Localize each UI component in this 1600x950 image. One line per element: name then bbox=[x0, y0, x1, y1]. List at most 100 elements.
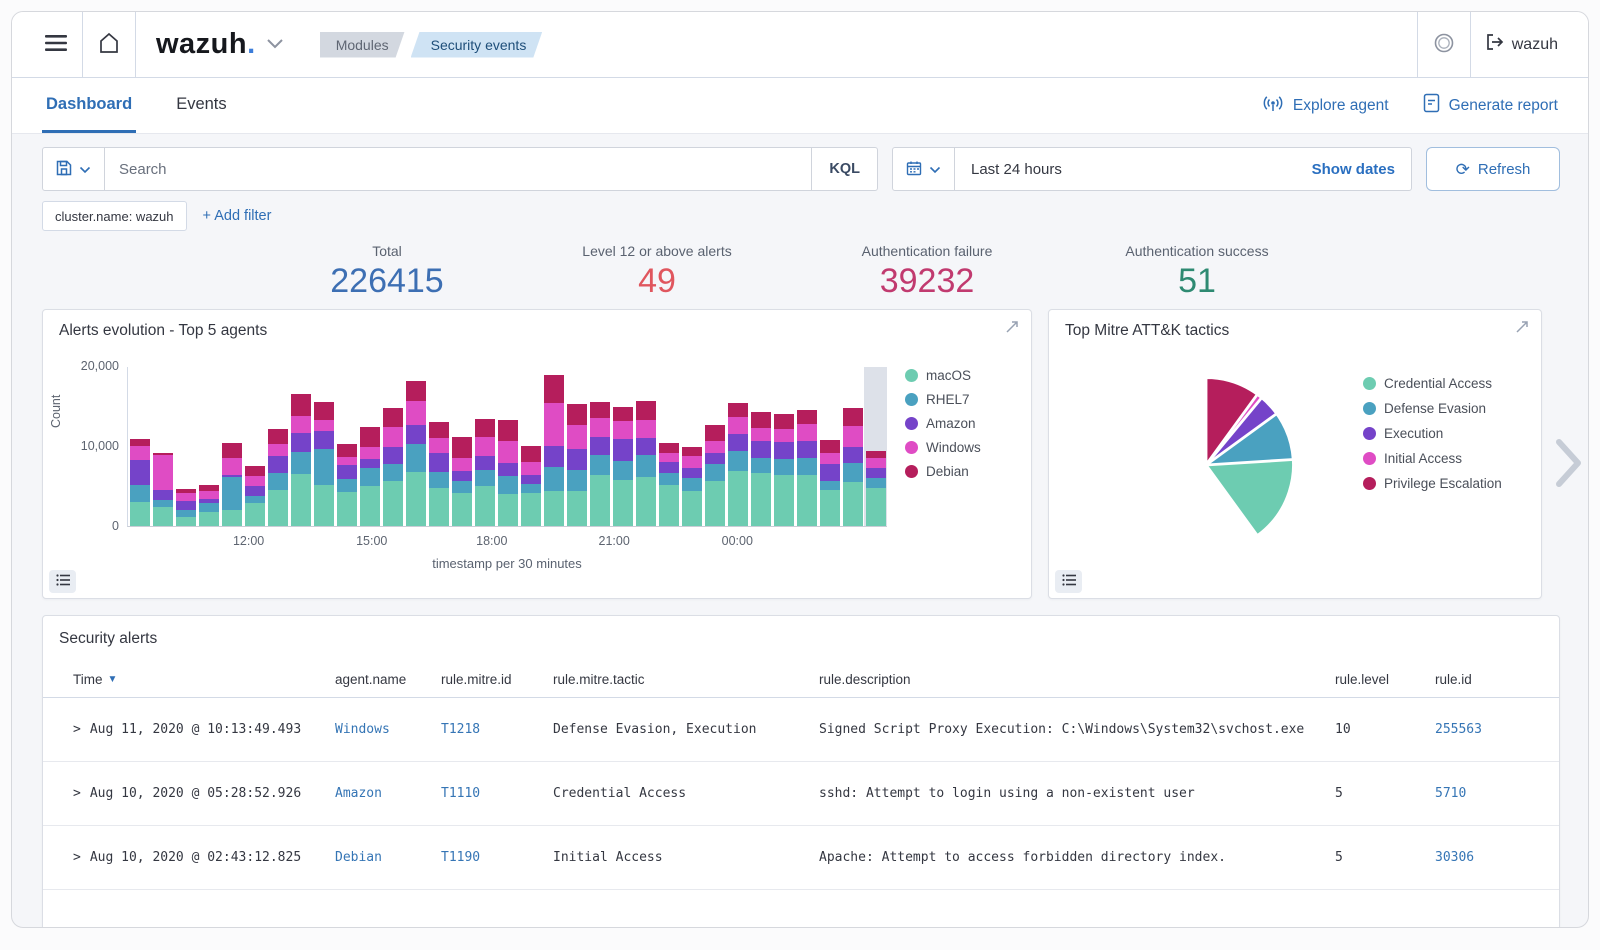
bar-segment-rhel7[interactable] bbox=[751, 458, 771, 473]
legend-item-macos[interactable]: macOS bbox=[905, 368, 981, 383]
agent-name-link[interactable]: Windows bbox=[335, 722, 441, 737]
bar-segment-macos[interactable] bbox=[613, 480, 633, 526]
legend-item-amazon[interactable]: Amazon bbox=[905, 416, 981, 431]
bar-segment-windows[interactable] bbox=[544, 403, 564, 446]
rule-id-link[interactable]: 30306 bbox=[1435, 850, 1539, 865]
bar-segment-macos[interactable] bbox=[452, 493, 472, 526]
bar-segment-amazon[interactable] bbox=[245, 486, 265, 496]
bar-segment-macos[interactable] bbox=[429, 488, 449, 526]
bar-segment-debian[interactable] bbox=[590, 402, 610, 418]
bar-segment-amazon[interactable] bbox=[613, 439, 633, 461]
bar-segment-debian[interactable] bbox=[613, 407, 633, 421]
column-header-rule-mitre-tactic[interactable]: rule.mitre.tactic bbox=[553, 672, 819, 687]
bar-segment-amazon[interactable] bbox=[153, 490, 173, 500]
bar-segment-rhel7[interactable] bbox=[475, 470, 495, 486]
bar-segment-rhel7[interactable] bbox=[360, 468, 380, 486]
bar-segment-macos[interactable] bbox=[751, 473, 771, 526]
bar-segment-windows[interactable] bbox=[245, 476, 265, 486]
bar-segment-debian[interactable] bbox=[521, 446, 541, 462]
bar-segment-macos[interactable] bbox=[475, 486, 495, 526]
bar-segment-amazon[interactable] bbox=[590, 437, 610, 455]
bar-segment-debian[interactable] bbox=[820, 440, 840, 453]
panel-data-list-button[interactable] bbox=[49, 570, 76, 593]
menu-button[interactable] bbox=[30, 12, 82, 77]
legend-item-windows[interactable]: Windows bbox=[905, 440, 981, 455]
bar-segment-rhel7[interactable] bbox=[337, 479, 357, 492]
add-filter-button[interactable]: + Add filter bbox=[203, 208, 272, 224]
bar-segment-rhel7[interactable] bbox=[613, 461, 633, 480]
bar-segment-windows[interactable] bbox=[797, 424, 817, 441]
bar-segment-rhel7[interactable] bbox=[452, 481, 472, 493]
bar-segment-windows[interactable] bbox=[383, 427, 403, 447]
legend-item-credential-access[interactable]: Credential Access bbox=[1363, 376, 1502, 391]
bar-segment-amazon[interactable] bbox=[406, 425, 426, 444]
bar-segment-amazon[interactable] bbox=[268, 456, 288, 473]
bar-segment-debian[interactable] bbox=[337, 444, 357, 457]
bar-segment-amazon[interactable] bbox=[774, 442, 794, 459]
bar-segment-amazon[interactable] bbox=[705, 453, 725, 464]
panel-data-list-button[interactable] bbox=[1055, 570, 1082, 593]
tab-events[interactable]: Events bbox=[172, 78, 230, 133]
expand-panel-button[interactable] bbox=[1515, 320, 1529, 337]
bar-segment-debian[interactable] bbox=[659, 443, 679, 453]
bar-segment-windows[interactable] bbox=[636, 420, 656, 438]
bar-segment-windows[interactable] bbox=[498, 441, 518, 463]
bar-segment-windows[interactable] bbox=[705, 441, 725, 453]
bar-segment-debian[interactable] bbox=[866, 451, 886, 458]
bar-segment-amazon[interactable] bbox=[820, 464, 840, 481]
bar-segment-rhel7[interactable] bbox=[820, 481, 840, 490]
bar-segment-macos[interactable] bbox=[383, 481, 403, 526]
bar-segment-windows[interactable] bbox=[590, 418, 610, 437]
bar-segment-macos[interactable] bbox=[337, 492, 357, 526]
bar-segment-amazon[interactable] bbox=[429, 453, 449, 472]
bar-segment-windows[interactable] bbox=[659, 453, 679, 462]
bar-segment-debian[interactable] bbox=[222, 443, 242, 458]
bar-segment-amazon[interactable] bbox=[291, 433, 311, 452]
search-input[interactable] bbox=[105, 161, 811, 178]
saved-queries-button[interactable] bbox=[43, 148, 105, 190]
bar-segment-macos[interactable] bbox=[268, 490, 288, 526]
bar-segment-debian[interactable] bbox=[751, 412, 771, 428]
bar-segment-rhel7[interactable] bbox=[153, 500, 173, 507]
bar-segment-rhel7[interactable] bbox=[705, 464, 725, 481]
bar-segment-rhel7[interactable] bbox=[590, 455, 610, 475]
expand-row-button[interactable]: > bbox=[73, 850, 81, 865]
column-header-rule-description[interactable]: rule.description bbox=[819, 672, 1335, 687]
home-button[interactable] bbox=[83, 12, 135, 77]
bar-segment-rhel7[interactable] bbox=[130, 485, 150, 502]
bar-segment-amazon[interactable] bbox=[383, 447, 403, 464]
bar-segment-rhel7[interactable] bbox=[291, 452, 311, 474]
bar-segment-amazon[interactable] bbox=[751, 441, 771, 458]
agent-name-link[interactable]: Debian bbox=[335, 850, 441, 865]
filter-pill-cluster-name[interactable]: cluster.name: wazuh bbox=[42, 201, 187, 231]
bar-segment-rhel7[interactable] bbox=[268, 473, 288, 490]
next-panels-button[interactable] bbox=[1554, 437, 1584, 492]
bar-segment-windows[interactable] bbox=[199, 491, 219, 499]
bar-segment-windows[interactable] bbox=[429, 438, 449, 453]
bar-segment-windows[interactable] bbox=[314, 420, 334, 431]
bar-segment-windows[interactable] bbox=[291, 416, 311, 433]
breadcrumb-security-events[interactable]: Security events bbox=[411, 32, 543, 58]
bar-segment-macos[interactable] bbox=[705, 481, 725, 526]
bar-segment-macos[interactable] bbox=[797, 475, 817, 526]
rule-id-link[interactable]: 255563 bbox=[1435, 722, 1539, 737]
column-header-rule-mitre-id[interactable]: rule.mitre.id bbox=[441, 672, 553, 687]
bar-segment-windows[interactable] bbox=[613, 421, 633, 439]
bar-segment-windows[interactable] bbox=[268, 444, 288, 456]
bar-segment-macos[interactable] bbox=[199, 512, 219, 526]
bar-segment-macos[interactable] bbox=[728, 471, 748, 526]
bar-segment-debian[interactable] bbox=[797, 410, 817, 424]
bar-segment-debian[interactable] bbox=[682, 447, 702, 456]
bar-segment-windows[interactable] bbox=[567, 425, 587, 449]
expand-row-button[interactable]: > bbox=[73, 722, 81, 737]
legend-item-initial-access[interactable]: Initial Access bbox=[1363, 451, 1502, 466]
bar-segment-amazon[interactable] bbox=[636, 438, 656, 455]
bar-segment-debian[interactable] bbox=[268, 429, 288, 444]
bar-segment-macos[interactable] bbox=[360, 486, 380, 526]
agent-name-link[interactable]: Amazon bbox=[335, 786, 441, 801]
bar-segment-debian[interactable] bbox=[498, 420, 518, 441]
bar-segment-macos[interactable] bbox=[659, 485, 679, 526]
bar-segment-amazon[interactable] bbox=[659, 462, 679, 473]
date-quick-select-button[interactable] bbox=[893, 148, 955, 190]
bar-segment-amazon[interactable] bbox=[176, 501, 196, 510]
